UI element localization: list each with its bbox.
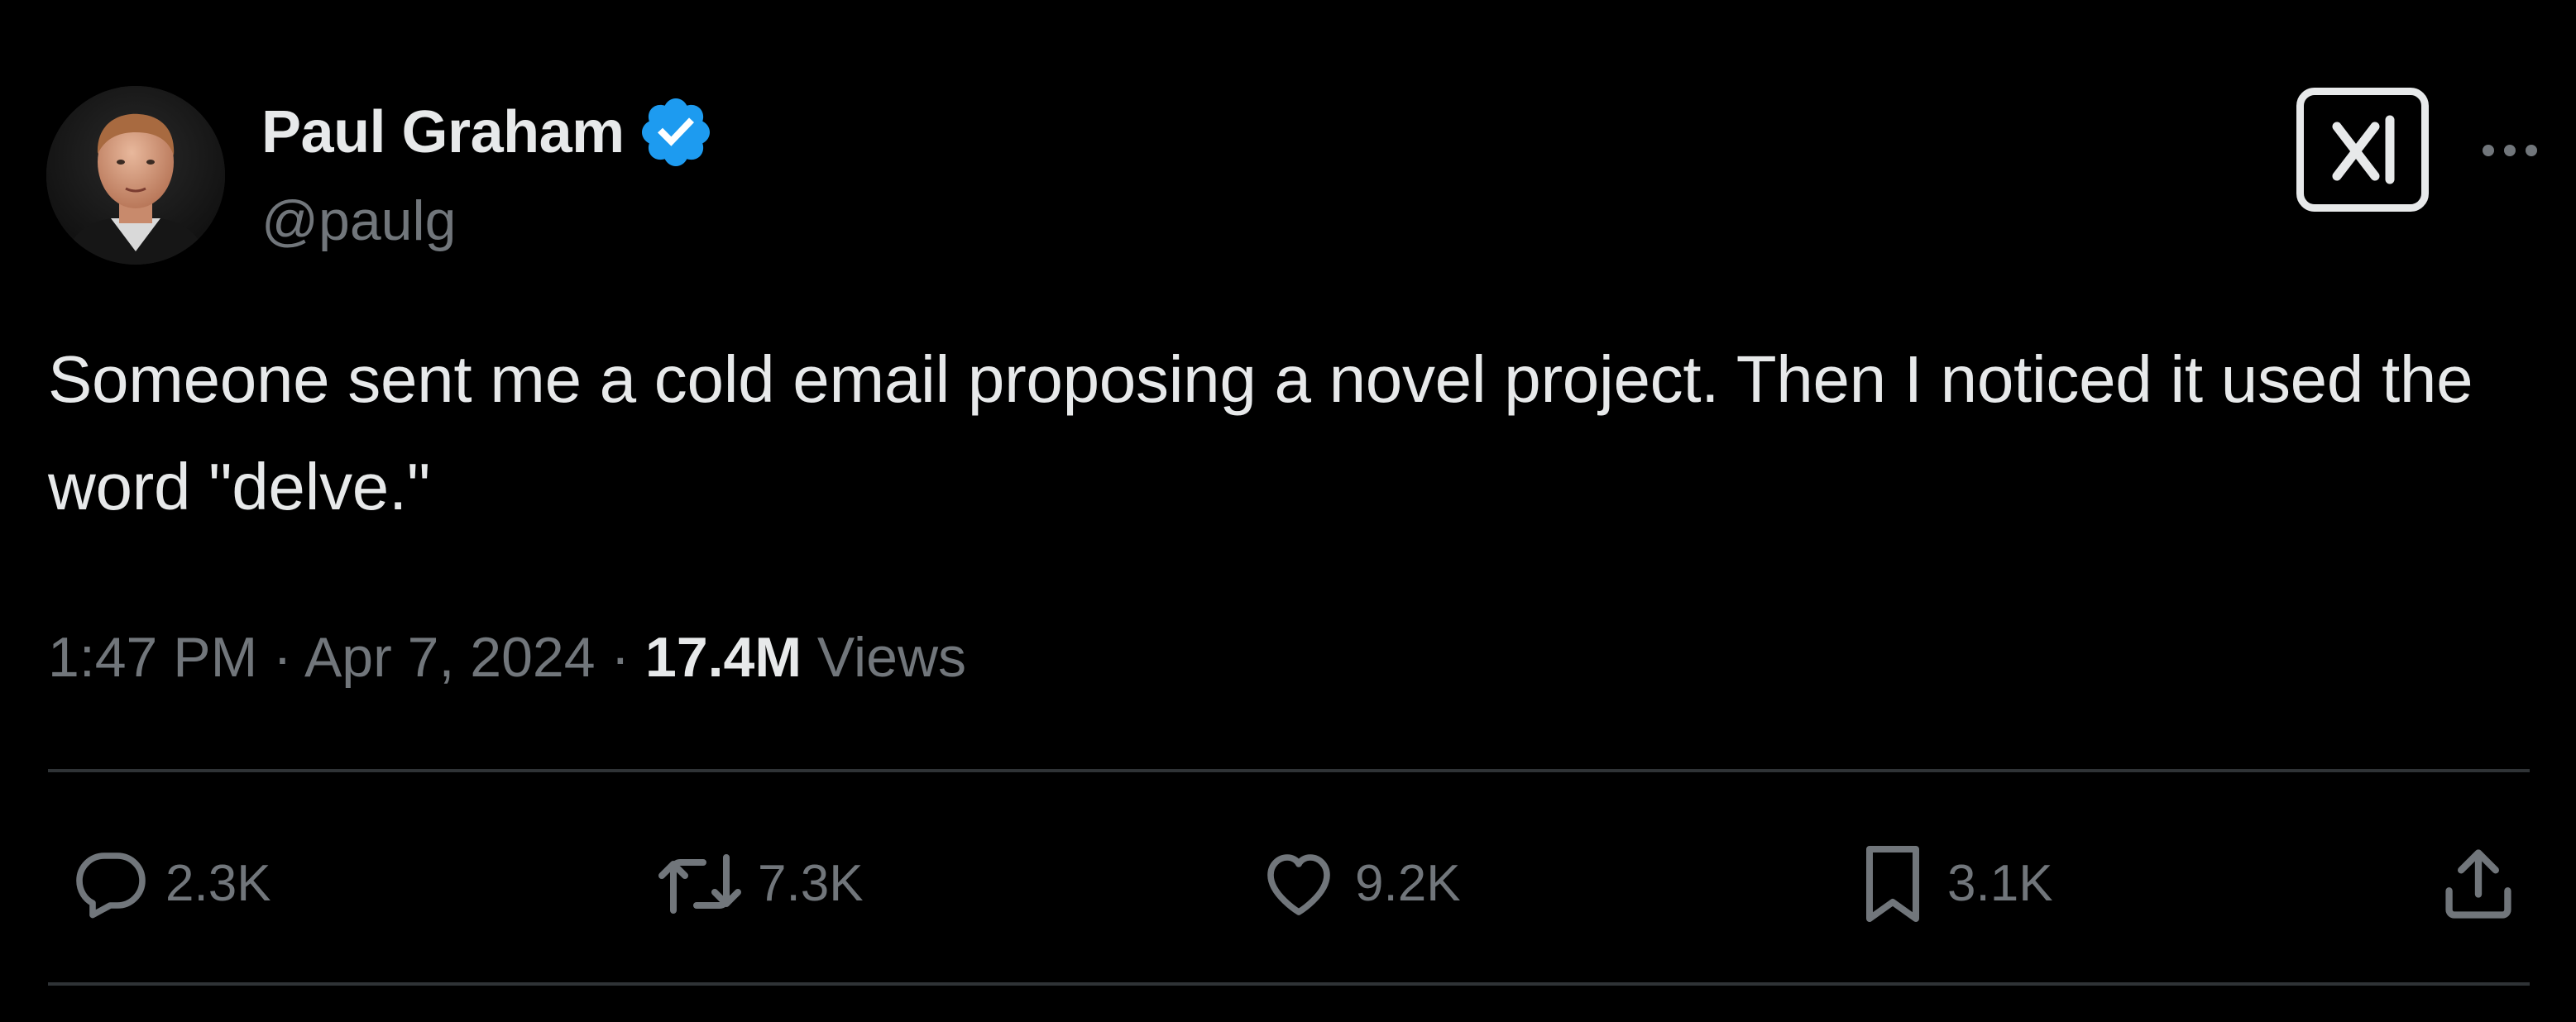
divider [48,769,2530,772]
reply-icon [76,852,146,919]
profile-photo [46,86,225,265]
bookmark-count: 3.1K [1947,855,2053,912]
like-count: 9.2K [1355,855,1461,912]
bookmark-icon [1866,846,1919,922]
retweet-icon [658,854,741,914]
heart-icon [1267,854,1330,915]
reply-count: 2.3K [165,855,271,912]
retweet-button[interactable]: 7.3K [657,838,864,929]
avatar[interactable] [46,86,225,265]
tweet-meta: 1:47 PM · Apr 7, 2024 · 17.4M Views [48,612,966,703]
meta-separator: · [273,626,304,689]
views-count[interactable]: 17.4M [645,626,817,689]
retweet-count: 7.3K [758,855,864,912]
like-button[interactable]: 9.2K [1257,838,1461,929]
grok-logo-icon [2332,115,2395,184]
tweet-time[interactable]: 1:47 PM [48,626,257,689]
share-button[interactable] [2437,838,2520,929]
display-name[interactable]: Paul Graham [261,93,625,172]
verified-badge-icon[interactable] [636,93,716,172]
meta-separator: · [610,626,645,689]
divider [48,982,2530,986]
tweet-text: Someone sent me a cold email proposing a… [48,342,2492,523]
author-name-row: Paul Graham [261,93,716,172]
author-handle[interactable]: @paulg [261,184,456,258]
tweet-date[interactable]: Apr 7, 2024 [304,626,596,689]
tweet-card: Paul Graham @paulg Someone sent me a col… [0,0,2576,1022]
views-label: Views [816,626,967,689]
grok-icon[interactable] [2296,88,2429,212]
reply-button[interactable]: 2.3K [71,838,271,929]
bookmark-button[interactable]: 3.1K [1853,838,2053,929]
more-icon[interactable] [2477,124,2543,177]
share-icon [2445,849,2511,919]
